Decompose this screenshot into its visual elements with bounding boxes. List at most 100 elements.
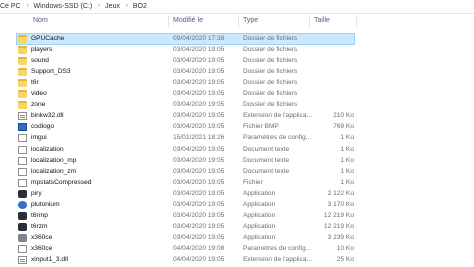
file-row[interactable]: imgui 15/01/2021 18:26 Paramètres de confi…: [0, 133, 474, 144]
chevron-right-icon[interactable]: ›: [98, 3, 100, 9]
text-file-icon: [18, 145, 27, 154]
file-type: Dossier de fichiers: [243, 46, 298, 54]
column-header-date[interactable]: Modifié le: [173, 17, 203, 24]
file-size: 10 Ko: [336, 244, 354, 252]
file-row[interactable]: codlogo 03/04/2020 19:05 Fichier BMP 769 Ko: [0, 122, 474, 133]
file-date: 03/04/2020 19:05: [173, 68, 225, 76]
column-header-size[interactable]: Taille: [314, 17, 330, 24]
file-date: 04/04/2020 19:05: [173, 256, 225, 263]
file-date: 03/04/2020 19:05: [173, 90, 225, 98]
folder-icon: [18, 35, 27, 43]
file-size: 3 239 Ko: [327, 233, 354, 241]
file-type: Dossier de fichiers: [243, 90, 298, 98]
file-row[interactable]: localization_mp 03/04/2020 19:05 Document …: [0, 156, 474, 167]
file-date: 03/04/2020 19:05: [173, 189, 225, 197]
app-icon: [18, 211, 27, 220]
file-date: 03/04/2020 19:05: [173, 46, 225, 54]
file-type: Dossier de fichiers: [243, 68, 298, 76]
file-row[interactable]: localization_zm 03/04/2020 19:05 Document …: [0, 167, 474, 178]
file-name: sound: [31, 57, 49, 65]
column-header-row: Nom Modifié le Type Taille: [0, 15, 474, 28]
folder-icon: [18, 90, 27, 99]
file-size: 1 Ko: [340, 178, 354, 186]
file-row[interactable]: xinput1_3.dll 04/04/2020 19:05 Extension d…: [0, 255, 474, 266]
bmp-icon: [18, 123, 27, 132]
text-file-icon: [18, 156, 27, 165]
file-name: x360ce: [31, 233, 53, 241]
breadcrumb: Ce PC › Windows-SSD (C:) › Jeux › BO2: [0, 3, 147, 12]
file-size: 210 Ko: [333, 112, 354, 120]
file-date: 03/04/2020 19:05: [173, 101, 225, 109]
file-name: players: [31, 46, 53, 54]
chevron-right-icon[interactable]: ›: [27, 3, 29, 9]
folder-icon: [18, 101, 27, 110]
folder-icon: [18, 68, 27, 77]
file-name: video: [31, 90, 47, 98]
file-row[interactable]: GPUCache 09/04/2020 17:38 Dossier de fichi…: [0, 33, 474, 45]
plutonium-icon: [18, 200, 27, 209]
file-row[interactable]: t6rzm 03/04/2020 19:05 Application 12 219 K…: [0, 222, 474, 233]
file-row[interactable]: x360ce 03/04/2020 19:05 Application 3 239 K…: [0, 233, 474, 244]
file-name: t6rmp: [31, 211, 48, 219]
file-row[interactable]: mpstatsCompressed 03/04/2020 19:05 Fichier…: [0, 178, 474, 189]
file-name: localization_zm: [31, 167, 77, 175]
column-header-type[interactable]: Type: [243, 17, 258, 24]
dll-icon: [18, 112, 27, 121]
breadcrumb-item-drive[interactable]: Windows-SSD (C:): [34, 3, 93, 10]
file-size: 1 Ko: [340, 156, 354, 164]
file-row[interactable]: Support_DS3 03/04/2020 19:05 Dossier de fi…: [0, 67, 474, 78]
file-date: 03/04/2020 19:05: [173, 222, 225, 230]
file-icon: [18, 178, 27, 187]
file-row[interactable]: sound 03/04/2020 19:05 Dossier de fichiers: [0, 56, 474, 67]
file-size: 2 122 Ko: [327, 189, 354, 197]
file-name: localization: [31, 145, 64, 153]
file-date: 03/04/2020 19:05: [173, 167, 225, 175]
file-size: 1 Ko: [340, 167, 354, 175]
column-divider[interactable]: [356, 15, 357, 28]
file-date: 03/04/2020 19:05: [173, 112, 225, 120]
file-date: 03/04/2020 19:05: [173, 57, 225, 65]
folder-icon: [18, 79, 27, 88]
file-size: 12 219 Ko: [323, 211, 354, 219]
file-date: 15/01/2021 18:26: [173, 134, 225, 142]
file-name: localization_mp: [31, 156, 77, 164]
config-icon: [18, 244, 27, 253]
file-date: 03/04/2020 19:05: [173, 211, 225, 219]
file-type: Dossier de fichiers: [243, 35, 298, 42]
breadcrumb-item-this-pc[interactable]: Ce PC: [0, 3, 21, 10]
file-name: zone: [31, 101, 46, 109]
file-row[interactable]: zone 03/04/2020 19:05 Dossier de fichiers: [0, 100, 474, 111]
file-row[interactable]: t6r 03/04/2020 19:05 Dossier de fichiers: [0, 78, 474, 89]
file-name: plutonium: [31, 200, 60, 208]
file-type: Dossier de fichiers: [243, 101, 298, 109]
app-icon: [18, 189, 27, 198]
file-name: imgui: [31, 134, 47, 142]
column-divider[interactable]: [309, 15, 310, 28]
file-size: 25 Ko: [336, 256, 354, 263]
folder-icon: [18, 57, 27, 66]
chevron-right-icon[interactable]: ›: [126, 3, 128, 9]
file-row[interactable]: x360ce 04/04/2020 19:08 Paramètres de conf…: [0, 244, 474, 255]
file-name: piry: [31, 189, 42, 197]
file-row[interactable]: binkw32.dll 03/04/2020 19:05 Extension de …: [0, 111, 474, 122]
column-divider[interactable]: [238, 15, 239, 28]
file-size: 12 219 Ko: [323, 222, 354, 230]
column-divider[interactable]: [168, 15, 169, 28]
file-row[interactable]: piry 03/04/2020 19:05 Application 2 122 Ko: [0, 189, 474, 200]
breadcrumb-item-bo2[interactable]: BO2: [133, 3, 147, 10]
file-row[interactable]: t6rmp 03/04/2020 19:05 Application 12 219 K…: [0, 211, 474, 222]
column-header-name[interactable]: Nom: [33, 17, 48, 24]
file-row[interactable]: plutonium 03/04/2020 19:05 Application 3 17…: [0, 200, 474, 211]
file-name: binkw32.dll: [31, 112, 64, 120]
breadcrumb-item-jeux[interactable]: Jeux: [105, 3, 120, 10]
file-row[interactable]: localization 03/04/2020 19:05 Document tex…: [0, 145, 474, 156]
folder-icon: [18, 46, 27, 55]
file-row[interactable]: players 03/04/2020 19:05 Dossier de fichie…: [0, 45, 474, 56]
file-name: codlogo: [31, 123, 55, 131]
dll-icon: [18, 256, 27, 264]
file-name: t6rzm: [31, 222, 48, 230]
file-name: GPUCache: [31, 35, 65, 42]
address-bar[interactable]: Ce PC › Windows-SSD (C:) › Jeux › BO2: [0, 0, 474, 14]
file-row[interactable]: video 03/04/2020 19:05 Dossier de fichiers: [0, 89, 474, 100]
file-name: t6r: [31, 79, 39, 87]
